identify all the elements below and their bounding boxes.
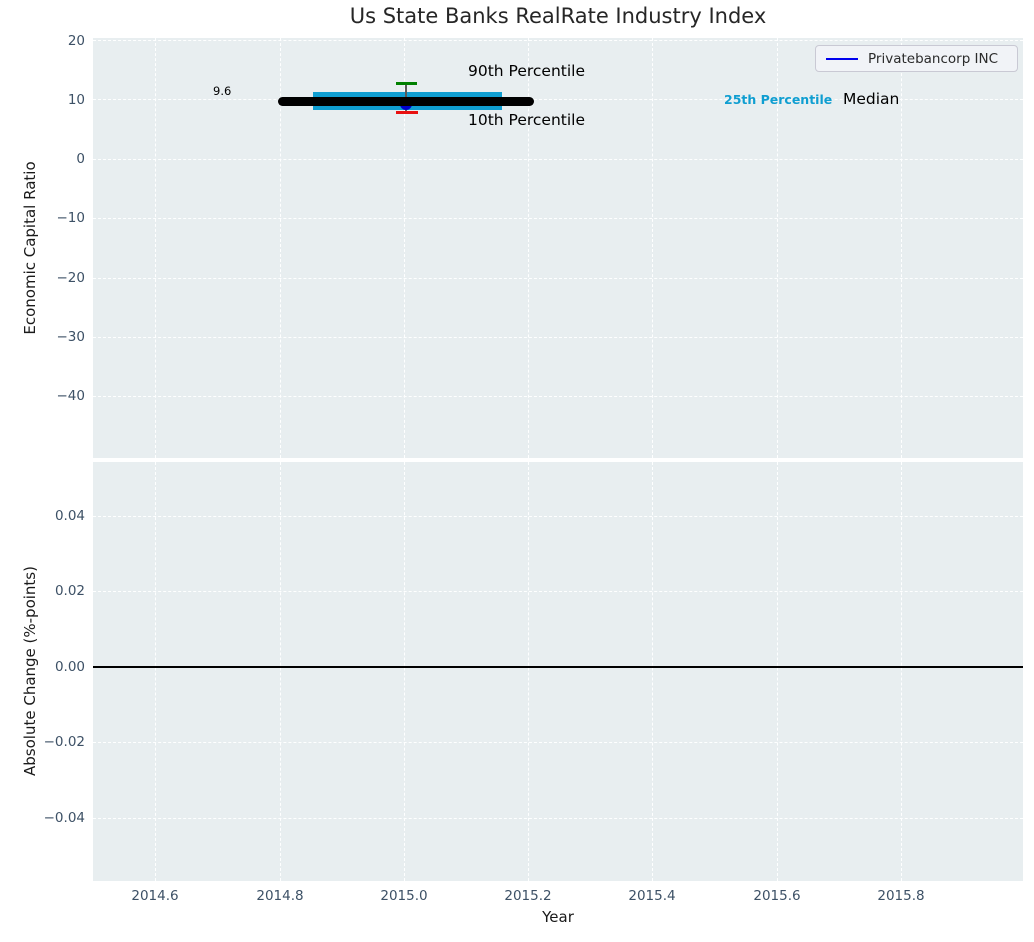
gridline-h xyxy=(93,396,1023,397)
ytick-label: 0.04 xyxy=(54,508,85,524)
xtick-label: 2014.6 xyxy=(131,888,179,904)
xtick-label: 2015.2 xyxy=(504,888,552,904)
p10-annotation: 10th Percentile xyxy=(468,111,586,129)
gridline-h xyxy=(93,218,1023,219)
median-annotation: Median xyxy=(843,90,900,108)
median-line xyxy=(278,97,534,106)
bottom-y-axis-label: Absolute Change (%-points) xyxy=(21,566,39,776)
xtick-label: 2015.4 xyxy=(628,888,676,904)
top-y-axis-label: Economic Capital Ratio xyxy=(21,161,39,335)
gridline-v xyxy=(155,462,156,881)
x-axis-label: Year xyxy=(542,908,574,926)
gridline-v xyxy=(528,462,529,881)
gridline-v xyxy=(155,38,156,458)
median-value-annotation: 9.6 xyxy=(213,84,232,98)
xtick-label: 2014.8 xyxy=(256,888,304,904)
zero-change-line xyxy=(93,666,1023,668)
gridline-v xyxy=(901,462,902,881)
gridline-h xyxy=(93,159,1023,160)
bottom-plot-area xyxy=(93,462,1023,881)
figure: Us State Banks RealRate Industry Index 2… xyxy=(0,0,1034,942)
ytick-label: −40 xyxy=(56,388,86,404)
gridline-v xyxy=(280,462,281,881)
xtick-label: 2015.6 xyxy=(753,888,801,904)
p90-tick-marker xyxy=(396,82,417,85)
chart-title: Us State Banks RealRate Industry Index xyxy=(349,4,767,28)
gridline-v xyxy=(652,462,653,881)
gridline-v xyxy=(404,462,405,881)
ytick-label: −0.04 xyxy=(43,810,85,826)
gridline-h xyxy=(93,818,1023,819)
xtick-label: 2015.8 xyxy=(877,888,925,904)
p10-tick-marker xyxy=(396,111,418,114)
legend-line-sample xyxy=(826,57,858,60)
legend: Privatebancorp INC xyxy=(815,45,1018,72)
gridline-v xyxy=(652,38,653,458)
p25-annotation: 25th Percentile xyxy=(724,92,833,107)
gridline-h xyxy=(93,742,1023,743)
gridline-v xyxy=(777,462,778,881)
gridline-h xyxy=(93,40,1023,41)
legend-label: Privatebancorp INC xyxy=(868,50,999,67)
gridline-v xyxy=(901,38,902,458)
p90-annotation: 90th Percentile xyxy=(468,62,586,80)
xtick-label: 2015.0 xyxy=(380,888,428,904)
gridline-h xyxy=(93,278,1023,279)
ytick-label: 20 xyxy=(67,33,85,49)
ytick-label: 10 xyxy=(67,92,85,108)
gridline-h xyxy=(93,337,1023,338)
gridline-h xyxy=(93,591,1023,592)
gridline-h xyxy=(93,516,1023,517)
